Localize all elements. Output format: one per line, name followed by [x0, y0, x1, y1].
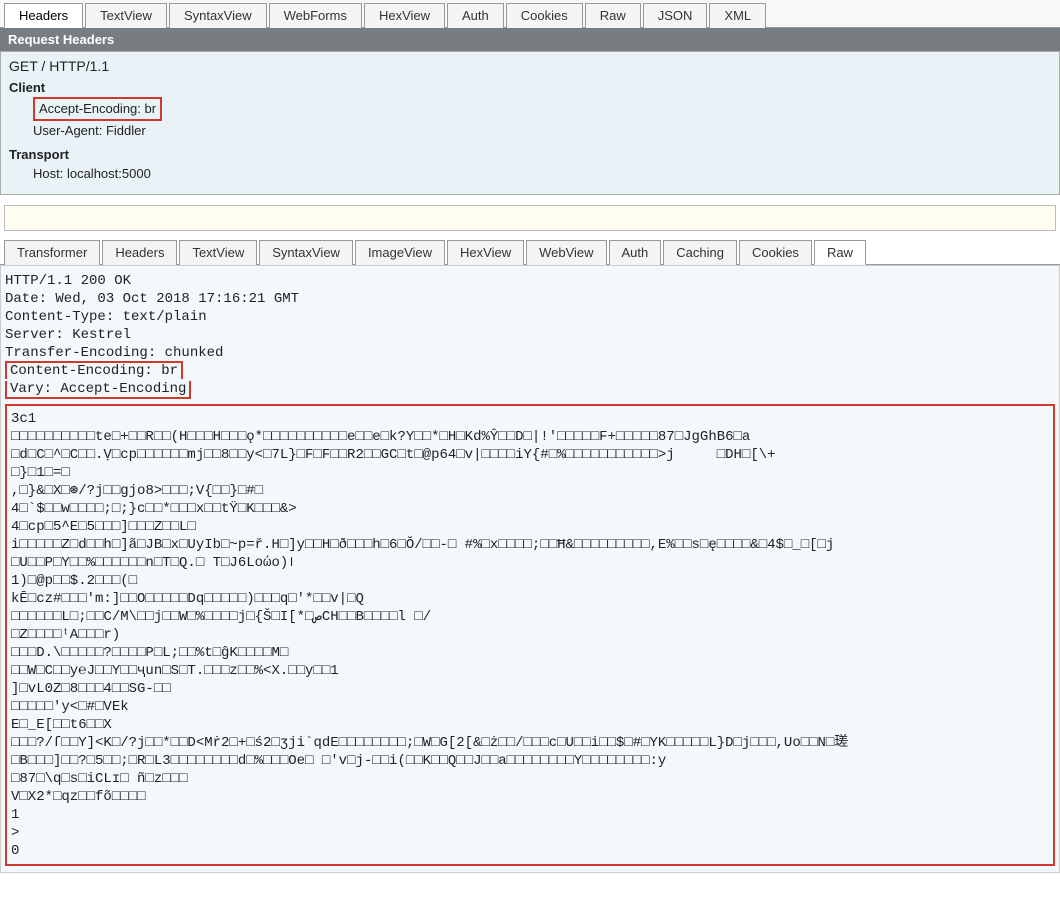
request-tabs: HeadersTextViewSyntaxViewWebFormsHexView… [0, 0, 1060, 28]
response-tab-cookies[interactable]: Cookies [739, 240, 812, 265]
response-tab-textview[interactable]: TextView [179, 240, 257, 265]
response-header-line: Content-Type: text/plain [5, 308, 1055, 326]
tab-webforms[interactable]: WebForms [269, 3, 362, 28]
response-tab-imageview[interactable]: ImageView [355, 240, 445, 265]
tab-xml[interactable]: XML [709, 3, 766, 28]
tab-headers[interactable]: Headers [4, 3, 83, 28]
response-tab-auth[interactable]: Auth [609, 240, 662, 265]
response-header-line-highlight: Vary: Accept-Encoding [5, 381, 191, 399]
response-tab-caching[interactable]: Caching [663, 240, 737, 265]
info-bar [4, 205, 1056, 231]
response-tab-headers[interactable]: Headers [102, 240, 177, 265]
response-header-line-highlight: Content-Encoding: br [5, 361, 183, 379]
request-section-header: Request Headers [0, 28, 1060, 51]
response-body: 3c1 □□□□□□□□□□te□+□□R□□(H□□□H□□□ǫ*□□□□□□… [5, 404, 1055, 866]
tab-cookies[interactable]: Cookies [506, 3, 583, 28]
request-line: GET / HTTP/1.1 [9, 58, 1051, 74]
tab-hexview[interactable]: HexView [364, 3, 445, 28]
tab-raw[interactable]: Raw [585, 3, 641, 28]
response-header-line: Server: Kestrel [5, 326, 1055, 344]
response-header-line: Transfer-Encoding: chunked [5, 344, 1055, 362]
header-group-title: Client [9, 80, 1051, 95]
tab-textview[interactable]: TextView [85, 3, 167, 28]
response-tab-raw[interactable]: Raw [814, 240, 866, 265]
response-tab-webview[interactable]: WebView [526, 240, 606, 265]
header-group-title: Transport [9, 147, 1051, 162]
response-tab-hexview[interactable]: HexView [447, 240, 524, 265]
response-header-line: Date: Wed, 03 Oct 2018 17:16:21 GMT [5, 290, 1055, 308]
response-tabs: TransformerHeadersTextViewSyntaxViewImag… [0, 237, 1060, 265]
tab-json[interactable]: JSON [643, 3, 708, 28]
response-tab-syntaxview[interactable]: SyntaxView [259, 240, 353, 265]
tab-syntaxview[interactable]: SyntaxView [169, 3, 267, 28]
response-header-line: HTTP/1.1 200 OK [5, 272, 1055, 290]
response-tab-transformer[interactable]: Transformer [4, 240, 100, 265]
request-headers-panel: GET / HTTP/1.1 Client Accept-Encoding: br… [0, 51, 1060, 195]
response-raw-panel: HTTP/1.1 200 OKDate: Wed, 03 Oct 2018 17… [0, 265, 1060, 873]
tab-auth[interactable]: Auth [447, 3, 504, 28]
header-item: Host: localhost:5000 [33, 166, 151, 181]
header-item: Accept-Encoding: br [33, 97, 162, 121]
header-item: User-Agent: Fiddler [33, 123, 146, 138]
